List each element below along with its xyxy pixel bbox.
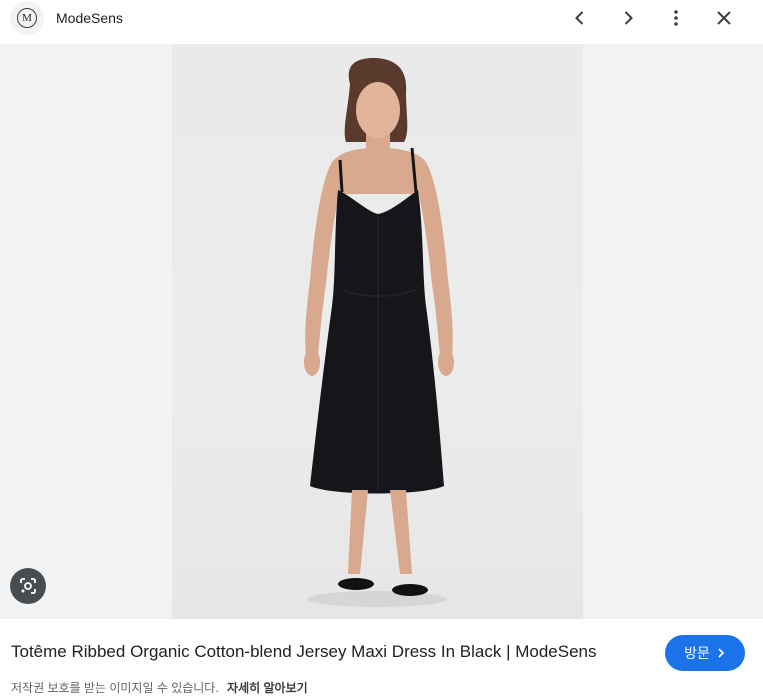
more-vertical-icon bbox=[674, 10, 678, 26]
modesens-logo-icon: M bbox=[17, 8, 37, 28]
product-image[interactable] bbox=[172, 44, 583, 619]
image-viewer bbox=[0, 44, 763, 619]
image-preview-panel: M ModeSens Totême Ribbed Organic Cotton-… bbox=[0, 0, 763, 700]
model-in-dress-illustration bbox=[304, 58, 454, 607]
result-title-link[interactable]: Totême Ribbed Organic Cotton-blend Jerse… bbox=[11, 642, 651, 662]
visit-button-label: 방문 bbox=[684, 645, 710, 661]
site-name[interactable]: ModeSens bbox=[56, 10, 123, 26]
chevron-right-icon bbox=[718, 648, 725, 658]
close-icon bbox=[717, 11, 731, 25]
copyright-text: 저작권 보호를 받는 이미지일 수 있습니다. bbox=[11, 681, 219, 695]
previous-button[interactable] bbox=[566, 4, 594, 32]
visit-button[interactable]: 방문 bbox=[665, 635, 745, 671]
next-button[interactable] bbox=[614, 4, 642, 32]
lens-search-button[interactable] bbox=[10, 568, 46, 604]
site-logo[interactable]: M bbox=[10, 1, 44, 35]
preview-header: M ModeSens bbox=[0, 0, 763, 44]
google-lens-icon bbox=[20, 578, 36, 594]
close-button[interactable] bbox=[710, 4, 738, 32]
learn-more-link[interactable]: 자세히 알아보기 bbox=[227, 681, 308, 695]
chevron-left-icon bbox=[575, 11, 584, 25]
more-options-button[interactable] bbox=[662, 4, 690, 32]
copyright-notice: 저작권 보호를 받는 이미지일 수 있습니다. 자세히 알아보기 bbox=[11, 679, 308, 696]
chevron-right-icon bbox=[624, 11, 633, 25]
